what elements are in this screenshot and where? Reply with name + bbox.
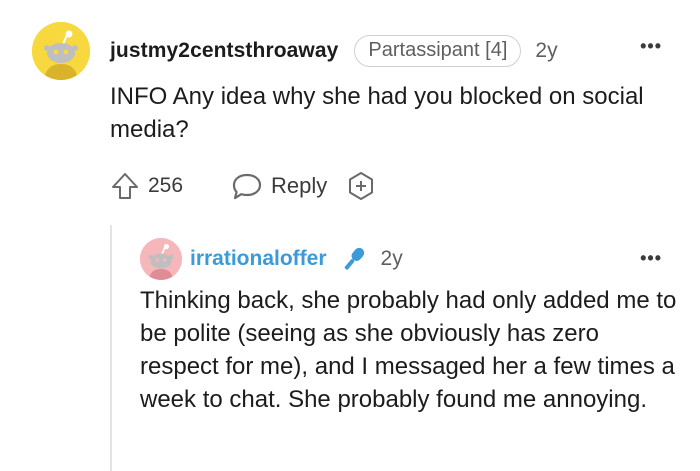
comment-actions: 256 Reply (110, 166, 377, 206)
award-plus-icon[interactable] (345, 170, 377, 202)
reply-meta: irrationaloffer 2y (190, 242, 403, 276)
snoo-avatar-icon (140, 238, 182, 280)
reply-label: Reply (271, 173, 328, 198)
microphone-icon (339, 244, 369, 274)
upvote-icon[interactable] (110, 171, 140, 201)
comment-meta: justmy2centsthroaway Partassipant [4] 2y (110, 32, 558, 70)
comment-username[interactable]: justmy2centsthroaway (110, 39, 338, 63)
reply-icon (231, 171, 263, 201)
thread-line[interactable] (110, 225, 112, 471)
reply-body: Thinking back, she probably had only add… (140, 287, 677, 413)
more-options-button[interactable]: ••• (640, 37, 662, 55)
user-avatar[interactable] (32, 22, 90, 80)
reply-more-options-button[interactable]: ••• (640, 249, 662, 267)
reply-avatar[interactable] (140, 238, 182, 280)
comment-timestamp[interactable]: 2y (535, 39, 557, 63)
vote-count: 256 (148, 174, 184, 197)
user-flair: Partassipant [4] (354, 35, 522, 67)
reply-timestamp[interactable]: 2y (381, 247, 403, 271)
comment-thread: justmy2centsthroaway Partassipant [4] 2y… (0, 0, 700, 471)
snoo-avatar-icon (32, 22, 90, 80)
reply-button[interactable]: Reply (231, 171, 327, 201)
comment-body: INFO Any idea why she had you blocked on… (110, 83, 644, 143)
reply-username[interactable]: irrationaloffer (190, 247, 327, 271)
